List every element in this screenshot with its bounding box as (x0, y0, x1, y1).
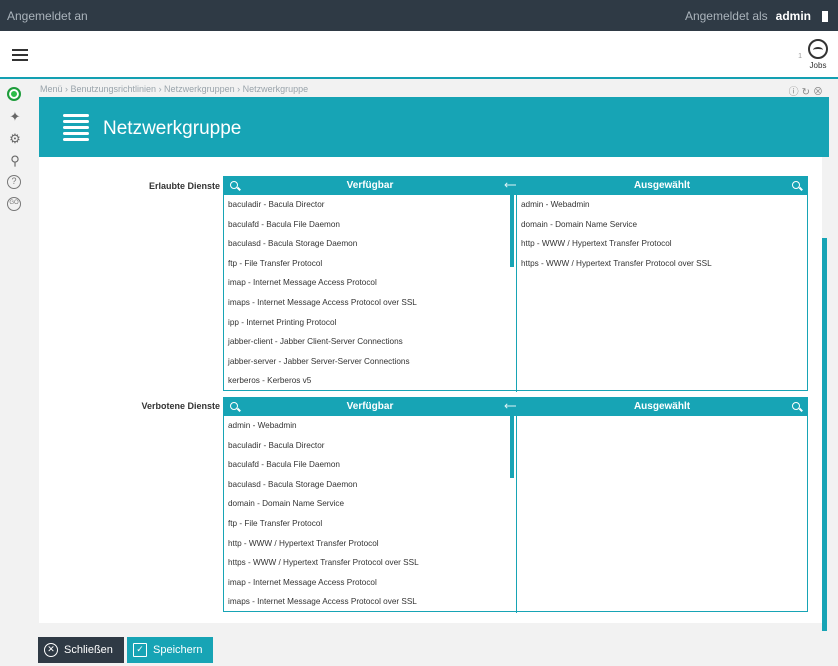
jobs-icon (808, 39, 828, 59)
page-title: Netzwerkgruppe (103, 118, 242, 139)
available-list: baculadir - Bacula Director baculafd - B… (224, 195, 510, 391)
close-icon: ✕ (44, 643, 58, 657)
list-scrollbar[interactable] (510, 195, 514, 267)
checkmark-icon: ✓ (133, 643, 147, 657)
list-item[interactable]: ipp - Internet Printing Protocol (224, 313, 510, 333)
list-item[interactable]: http - WWW / Hypertext Transfer Protocol (224, 534, 510, 554)
forbidden-services-label: Verbotene Dienste (141, 401, 220, 411)
list-item[interactable]: imap - Internet Message Access Protocol (224, 573, 510, 593)
available-header: Verfügbar (224, 398, 516, 416)
list-item[interactable]: https - WWW / Hypertext Transfer Protoco… (517, 254, 807, 274)
selected-list: admin - Webadmin domain - Domain Name Se… (517, 195, 807, 273)
list-item[interactable]: ftp - File Transfer Protocol (224, 514, 510, 534)
jobs-count: 1 (798, 53, 802, 60)
page-scrollbar[interactable] (822, 238, 827, 631)
list-item[interactable]: imaps - Internet Message Access Protocol… (224, 293, 510, 313)
list-item[interactable]: baculasd - Bacula Storage Daemon (224, 234, 510, 254)
list-item[interactable]: admin - Webadmin (224, 416, 510, 436)
username[interactable]: admin (776, 9, 811, 23)
list-item[interactable]: domain - Domain Name Service (224, 494, 510, 514)
sidebar: ✦ ⚙ ⚲ ? GO (0, 81, 30, 217)
gear-icon[interactable]: ⚙ (7, 131, 23, 147)
list-item[interactable]: imap - Internet Message Access Protocol (224, 273, 510, 293)
go-icon[interactable]: GO (7, 197, 23, 213)
allowed-services-picker: Verfügbar ⟷ Ausgewählt baculadir - Bacul… (223, 176, 808, 392)
list-item[interactable]: baculasd - Bacula Storage Daemon (224, 475, 510, 495)
list-item[interactable]: baculadir - Bacula Director (224, 195, 510, 215)
search-icon[interactable] (790, 179, 804, 193)
menu-icon[interactable] (12, 49, 28, 61)
list-item[interactable]: baculafd - Bacula File Daemon (224, 455, 510, 475)
page-banner: Netzwerkgruppe (39, 97, 829, 157)
list-item[interactable]: jabber-server - Jabber Server-Server Con… (224, 352, 510, 372)
top-status-bar: Angemeldet an Angemeldet als admin (0, 0, 838, 31)
allowed-services-label: Erlaubte Dienste (148, 181, 220, 191)
jobs-label: Jobs (809, 61, 827, 70)
breadcrumb[interactable]: Menü › Benutzungsrichtlinien › Netzwerkg… (40, 84, 308, 94)
close-button[interactable]: ✕ Schließen (38, 637, 124, 663)
jobs-button[interactable]: Jobs (806, 39, 830, 70)
save-button[interactable]: ✓ Speichern (127, 637, 213, 663)
list-scrollbar[interactable] (510, 416, 514, 478)
logged-in-label: Angemeldet als (684, 9, 768, 23)
list-item[interactable]: imaps - Internet Message Access Protocol… (224, 592, 510, 612)
list-item[interactable]: domain - Domain Name Service (517, 215, 807, 235)
list-item[interactable]: ftp - File Transfer Protocol (224, 254, 510, 274)
selected-header: Ausgewählt (516, 398, 808, 416)
list-icon (63, 114, 89, 144)
logout-icon[interactable] (822, 10, 828, 22)
search-icon[interactable] (790, 400, 804, 414)
list-item[interactable]: baculadir - Bacula Director (224, 436, 510, 456)
list-item[interactable]: https - WWW / Hypertext Transfer Protoco… (224, 553, 510, 573)
window-controls: ⓘ↻⊗ (789, 83, 826, 98)
list-item[interactable]: baculafd - Bacula File Daemon (224, 215, 510, 235)
list-item[interactable]: http - WWW / Hypertext Transfer Protocol (517, 234, 807, 254)
available-header: Verfügbar (224, 177, 516, 195)
search-icon[interactable]: ⚲ (7, 153, 23, 169)
list-item[interactable]: kerberos - Kerberos v5 (224, 371, 510, 391)
selected-header: Ausgewählt (516, 177, 808, 195)
list-item[interactable]: jabber-client - Jabber Client-Server Con… (224, 332, 510, 352)
help-icon[interactable]: ? (7, 175, 23, 191)
login-status: Angemeldet an (7, 9, 88, 23)
forbidden-services-picker: Verfügbar ⟷ Ausgewählt admin - Webadmin … (223, 397, 808, 613)
available-list: admin - Webadmin baculadir - Bacula Dire… (224, 416, 510, 612)
app-header: 1 Jobs (0, 31, 838, 79)
wizard-icon[interactable]: ✦ (7, 109, 23, 125)
list-item[interactable]: admin - Webadmin (517, 195, 807, 215)
status-icon[interactable] (7, 87, 23, 103)
